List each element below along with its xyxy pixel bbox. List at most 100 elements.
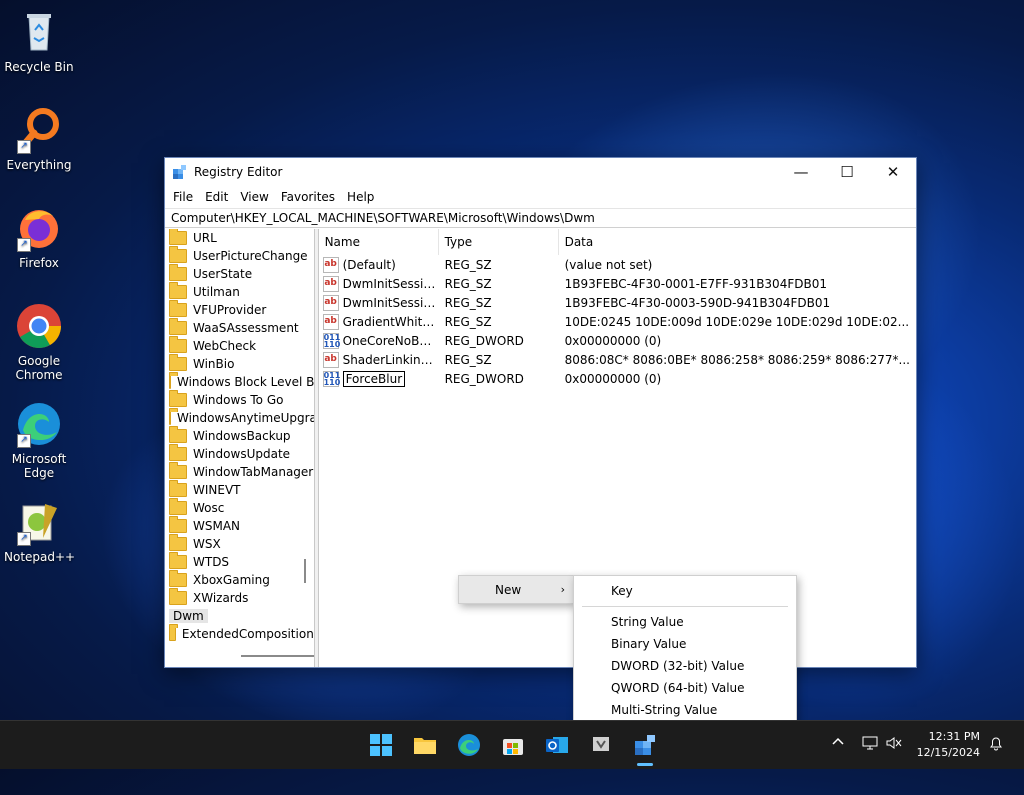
value-row[interactable]: abDwmInitSession... REG_SZ 1B93FEBC-4F30-0… (319, 293, 916, 312)
minimize-button[interactable]: — (778, 158, 824, 186)
list-header: Name Type Data (319, 229, 916, 255)
value-row[interactable]: 011 110 ForceBlur REG_DWORD 0x00000000 (0) (319, 369, 916, 388)
tree-item-label: WindowTabManager (193, 465, 314, 479)
desktop-icon-label: Google Chrome (15, 354, 63, 382)
tree-vertical-scrollbar[interactable] (303, 559, 306, 583)
start-windows-icon[interactable] (369, 733, 393, 757)
tree-item[interactable]: WTDS (165, 552, 314, 571)
value-name: DwmInitSession... (342, 295, 439, 310)
file-explorer-icon[interactable] (413, 733, 437, 757)
submenu-item[interactable]: String Value (574, 611, 796, 633)
value-data-cell: (value not set) (564, 257, 653, 272)
desktop-icon-chrome[interactable]: Google Chrome (4, 302, 74, 382)
value-type-cell: REG_SZ (444, 314, 492, 329)
desktop-icon-edge[interactable]: ↗ Microsoft Edge (4, 400, 74, 480)
tree-item[interactable]: Windows Block Level Backup (165, 372, 315, 391)
column-header-data[interactable]: Data (559, 229, 916, 255)
tree-item-selected[interactable]: Dwm (165, 607, 314, 625)
menu-help[interactable]: Help (341, 190, 380, 204)
maximize-button[interactable]: ☐ (824, 158, 870, 186)
folder-icon (169, 462, 187, 479)
context-menu-new-label: New (495, 582, 522, 597)
submenu-item[interactable]: DWORD (32-bit) Value (574, 655, 796, 677)
submenu-item[interactable]: Binary Value (574, 633, 796, 655)
tree-item[interactable]: VFUProvider (165, 300, 314, 319)
registry-tree-pane: URL UserPictureChange UserState Utilman VFUP… (165, 229, 315, 667)
tree-item[interactable]: URL (165, 229, 314, 247)
tree-item[interactable]: WaaSAssessment (165, 318, 314, 337)
folder-icon (169, 426, 187, 443)
microsoft-store-icon[interactable] (501, 733, 525, 757)
context-menu-new[interactable]: New › (458, 575, 574, 604)
string-value-icon: ab (322, 313, 339, 330)
value-type-cell: REG_SZ (444, 352, 492, 367)
value-name-cell: ab (Default) (319, 256, 439, 273)
tree-item[interactable]: WindowTabManager (165, 462, 314, 481)
tree-item-label: Wosc (193, 501, 225, 515)
tree-item-label: WindowsUpdate (193, 447, 291, 461)
submenu-item-key[interactable]: Key (574, 580, 796, 602)
show-hidden-icons-chevron-icon[interactable] (831, 735, 845, 753)
menu-edit[interactable]: Edit (199, 190, 234, 204)
tree-item[interactable]: XWizards (165, 588, 314, 607)
tree-item[interactable]: WSMAN (165, 516, 314, 535)
system-clock[interactable]: 12:31 PM 12/15/2024 (917, 729, 980, 761)
folder-icon (169, 480, 187, 497)
tree-horizontal-scrollbar[interactable] (241, 655, 314, 657)
tree-item[interactable]: XboxGaming (165, 570, 314, 589)
tree-item[interactable]: Utilman (165, 282, 314, 301)
value-row[interactable]: abDwmInitSession... REG_SZ 1B93FEBC-4F30-0… (319, 274, 916, 293)
submenu-item[interactable]: QWORD (64-bit) Value (574, 677, 796, 699)
tree-item[interactable]: UserPictureChange (165, 246, 314, 265)
tree-item[interactable]: WebCheck (165, 336, 314, 355)
tree-item-label: URL (193, 231, 217, 245)
pinned-app-icon[interactable] (589, 733, 613, 757)
tree-item-label: WinBio (193, 357, 235, 371)
edge-taskbar-icon[interactable] (457, 733, 481, 757)
value-row[interactable]: ab ShaderLinkingG... REG_SZ 8086:08C* 8086:… (319, 350, 916, 369)
tree-item[interactable]: WindowsAnytimeUpgrade (165, 408, 314, 427)
tree-item[interactable]: Wosc (165, 498, 314, 517)
column-header-name[interactable]: Name (319, 229, 439, 255)
tree-item[interactable]: WinBio (165, 354, 314, 373)
folder-icon (169, 282, 187, 299)
value-data-cell: 8086:08C* 8086:0BE* 8086:258* 8086:259* … (564, 352, 910, 367)
desktop-icon-label: Notepad++ (4, 550, 76, 564)
tree-item[interactable]: ExtendedComposition (165, 624, 314, 643)
desktop-icon-recycle-bin[interactable]: Recycle Bin (4, 8, 74, 74)
value-data-cell: 0x00000000 (0) (564, 371, 662, 386)
tree-item[interactable]: WSX (165, 534, 314, 553)
address-bar[interactable]: Computer\HKEY_LOCAL_MACHINE\SOFTWARE\Mic… (165, 208, 916, 228)
notification-bell-icon[interactable] (988, 735, 1004, 754)
column-header-type[interactable]: Type (439, 229, 559, 255)
submenu-item[interactable]: Multi-String Value (574, 699, 796, 721)
registry-editor-taskbar-icon[interactable] (633, 733, 657, 766)
menu-favorites[interactable]: Favorites (275, 190, 341, 204)
tree-item[interactable]: Windows To Go (165, 390, 314, 409)
desktop-icon-everything[interactable]: ↗ Everything (4, 106, 74, 172)
value-type-cell: REG_DWORD (444, 333, 524, 348)
binary-value-icon: 011 110 (322, 370, 341, 387)
title-bar[interactable]: Registry Editor — ☐ ✕ (165, 158, 916, 186)
menu-view[interactable]: View (234, 190, 274, 204)
tree-item[interactable]: WindowsUpdate (165, 444, 314, 463)
tree-item-label: XboxGaming (193, 573, 270, 587)
tree-item[interactable]: UserState (165, 264, 314, 283)
value-name: DwmInitSession... (342, 276, 439, 291)
desktop-icon-notepad-plus-plus[interactable]: ↗ Notepad++ (4, 498, 76, 564)
outlook-icon[interactable] (545, 733, 569, 757)
volume-muted-icon[interactable] (886, 735, 902, 754)
menu-file[interactable]: File (167, 190, 199, 204)
value-data-cell: 10DE:0245 10DE:009d 10DE:029e 10DE:029d … (564, 314, 910, 329)
tree-item[interactable]: WindowsBackup (165, 426, 314, 445)
close-button[interactable]: ✕ (870, 158, 916, 186)
value-row[interactable]: ab (Default) REG_SZ (value not set) (319, 255, 916, 274)
network-icon[interactable] (862, 735, 878, 754)
folder-icon (169, 318, 187, 335)
value-row[interactable]: 011 110 OneCoreNoBoo... REG_DWORD 0x00000000… (319, 331, 916, 350)
tree-item[interactable]: WINEVT (165, 480, 314, 499)
desktop-icon-firefox[interactable]: ↗ Firefox (4, 204, 74, 270)
value-name-edit-box[interactable]: ForceBlur (342, 370, 406, 387)
value-row[interactable]: abGradientWhitePi... REG_SZ 10DE:0245 10DE… (319, 312, 916, 331)
tree-item-label: Windows Block Level Backup (177, 375, 315, 389)
